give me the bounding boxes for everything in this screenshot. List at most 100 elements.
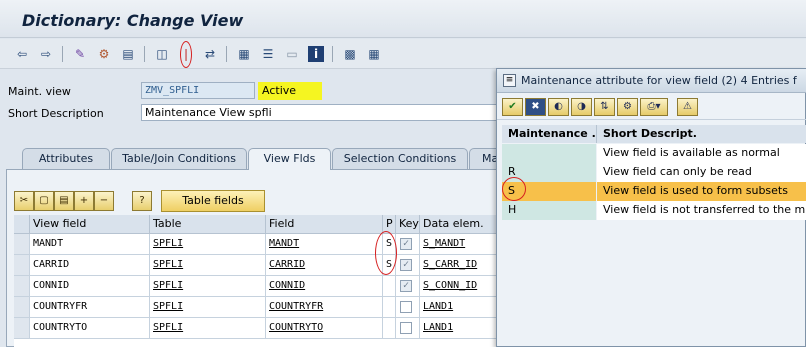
column-header-view-field[interactable]: View field [30, 215, 150, 234]
cut-icon[interactable]: ✂ [14, 191, 34, 211]
column-header-data-element[interactable]: Data elem. [420, 215, 506, 234]
delete-row-icon[interactable]: − [94, 191, 114, 211]
row-selector[interactable] [14, 255, 30, 276]
paste-icon[interactable]: ▤ [54, 191, 74, 211]
cell-view-field[interactable]: COUNTRYFR [30, 297, 150, 318]
object-list-icon[interactable]: ⇄ [202, 46, 218, 62]
table-row[interactable]: COUNTRYTO SPFLI COUNTRYTO LAND1 [14, 318, 506, 339]
cell-key[interactable]: ✓ [396, 234, 420, 255]
cell-p[interactable] [383, 318, 396, 339]
table-row[interactable]: CONNID SPFLI CONNID ✓ S_CONN_ID [14, 276, 506, 297]
cell-p[interactable] [383, 276, 396, 297]
cell-key[interactable]: ✓ [396, 276, 420, 297]
cell-view-field-text: CONNID [33, 280, 70, 291]
row-selector[interactable] [14, 276, 30, 297]
cell-table[interactable]: SPFLI [150, 234, 266, 255]
cell-field[interactable]: COUNTRYFR [266, 297, 383, 318]
forward-icon[interactable]: ⇨ [38, 46, 54, 62]
cell-field[interactable]: MANDT [266, 234, 383, 255]
short-description-field[interactable]: Maintenance View spfli [141, 104, 501, 121]
key-checkbox[interactable] [400, 301, 412, 313]
toolbar-separator [332, 46, 333, 62]
navigation-window-icon[interactable]: ▦ [236, 46, 252, 62]
cell-table[interactable]: SPFLI [150, 276, 266, 297]
tab-attributes[interactable]: Attributes [22, 148, 110, 170]
info-icon[interactable]: ▭ [284, 46, 300, 62]
documentation-icon[interactable]: ☰ [260, 46, 276, 62]
display-change-icon[interactable]: ⚙ [96, 46, 112, 62]
utilities-icon[interactable]: ▩ [342, 46, 358, 62]
find-next-icon[interactable]: ◑ [571, 98, 592, 116]
key-checkbox[interactable]: ✓ [400, 280, 412, 292]
other-object-icon[interactable]: ✎ [72, 46, 88, 62]
cell-field[interactable]: CONNID [266, 276, 383, 297]
cell-data-element[interactable]: LAND1 [420, 318, 506, 339]
activate-icon[interactable]: ▤ [120, 46, 136, 62]
cell-table[interactable]: SPFLI [150, 318, 266, 339]
cell-field[interactable]: CARRID [266, 255, 383, 276]
row-selector[interactable] [14, 297, 30, 318]
cell-data-element[interactable]: S_CONN_ID [420, 276, 506, 297]
table-fields-button[interactable]: Table fields [161, 190, 265, 212]
confirm-icon[interactable]: ✔ [502, 98, 523, 116]
copy-icon[interactable]: ▢ [34, 191, 54, 211]
cell-field[interactable]: COUNTRYTO [266, 318, 383, 339]
dialog-list-item[interactable]: View field is available as normal [502, 144, 806, 163]
key-checkbox[interactable]: ✓ [400, 238, 412, 250]
tab-table-join-conditions[interactable]: Table/Join Conditions [111, 148, 247, 170]
cell-view-field[interactable]: COUNTRYTO [30, 318, 150, 339]
column-header-key[interactable]: Key [396, 215, 420, 234]
key-checkbox[interactable] [400, 322, 412, 334]
tab-selection-conditions[interactable]: Selection Conditions [332, 148, 468, 170]
dialog-list-item[interactable]: S View field is used to form subsets [502, 182, 806, 201]
help-icon[interactable]: ⚠ [677, 98, 698, 116]
cell-table[interactable]: SPFLI [150, 297, 266, 318]
cell-key[interactable] [396, 297, 420, 318]
table-row[interactable]: COUNTRYFR SPFLI COUNTRYFR LAND1 [14, 297, 506, 318]
where-used-icon[interactable]: ◫ [154, 46, 170, 62]
cell-view-field[interactable]: MANDT [30, 234, 150, 255]
cell-field-text: COUNTRYFR [269, 301, 324, 312]
cell-data-element[interactable]: S_CARR_ID [420, 255, 506, 276]
tab-view-fields[interactable]: View Flds [248, 148, 331, 170]
cell-table[interactable]: SPFLI [150, 255, 266, 276]
dialog-column-maintenance[interactable]: Maintenance ... [502, 125, 597, 143]
cell-view-field-text: CARRID [33, 259, 70, 270]
table-row[interactable]: MANDT SPFLI MANDT S ✓ S_MANDT [14, 234, 506, 255]
sort-icon[interactable]: ⇅ [594, 98, 615, 116]
print-icon[interactable]: ⎙▾ [640, 98, 668, 116]
dialog-column-short-description[interactable]: Short Descript. [597, 125, 806, 143]
cell-view-field[interactable]: CONNID [30, 276, 150, 297]
back-icon[interactable]: ⇦ [14, 46, 30, 62]
annotation-oval [502, 177, 526, 201]
grid-icon[interactable]: ▦ [366, 46, 382, 62]
row-selector-header[interactable] [14, 215, 30, 234]
dialog-menu-icon[interactable]: ≡ [503, 74, 516, 87]
find-icon[interactable]: ◐ [548, 98, 569, 116]
status-badge: Active [258, 82, 322, 100]
cell-key[interactable] [396, 318, 420, 339]
cell-table-text: SPFLI [153, 238, 184, 249]
settings-icon[interactable]: ⚙ [617, 98, 638, 116]
dialog-list-item[interactable]: R View field can only be read [502, 163, 806, 182]
maint-view-field[interactable]: ZMV_SPFLI [141, 82, 255, 99]
key-checkbox[interactable]: ✓ [400, 259, 412, 271]
column-header-table[interactable]: Table [150, 215, 266, 234]
cell-p[interactable] [383, 297, 396, 318]
dialog-list-item[interactable]: H View field is not transferred to the m [502, 201, 806, 220]
maintenance-attribute-dialog: Maintenance attribute for view field (2)… [496, 68, 806, 347]
cell-data-element[interactable]: S_MANDT [420, 234, 506, 255]
maintenance-description: View field is not transferred to the m [597, 201, 806, 220]
table-row[interactable]: CARRID SPFLI CARRID S ✓ S_CARR_ID [14, 255, 506, 276]
row-selector[interactable] [14, 234, 30, 255]
cell-view-field[interactable]: CARRID [30, 255, 150, 276]
cell-key[interactable]: ✓ [396, 255, 420, 276]
insert-row-icon[interactable]: + [74, 191, 94, 211]
cancel-icon[interactable]: ✖ [525, 98, 546, 116]
row-selector[interactable] [14, 318, 30, 339]
technical-settings-icon[interactable]: i [308, 46, 324, 62]
column-header-field[interactable]: Field [266, 215, 383, 234]
cell-data-element[interactable]: LAND1 [420, 297, 506, 318]
search-help-icon[interactable]: ? [132, 191, 152, 211]
cell-data-element-text: S_CARR_ID [423, 259, 478, 270]
